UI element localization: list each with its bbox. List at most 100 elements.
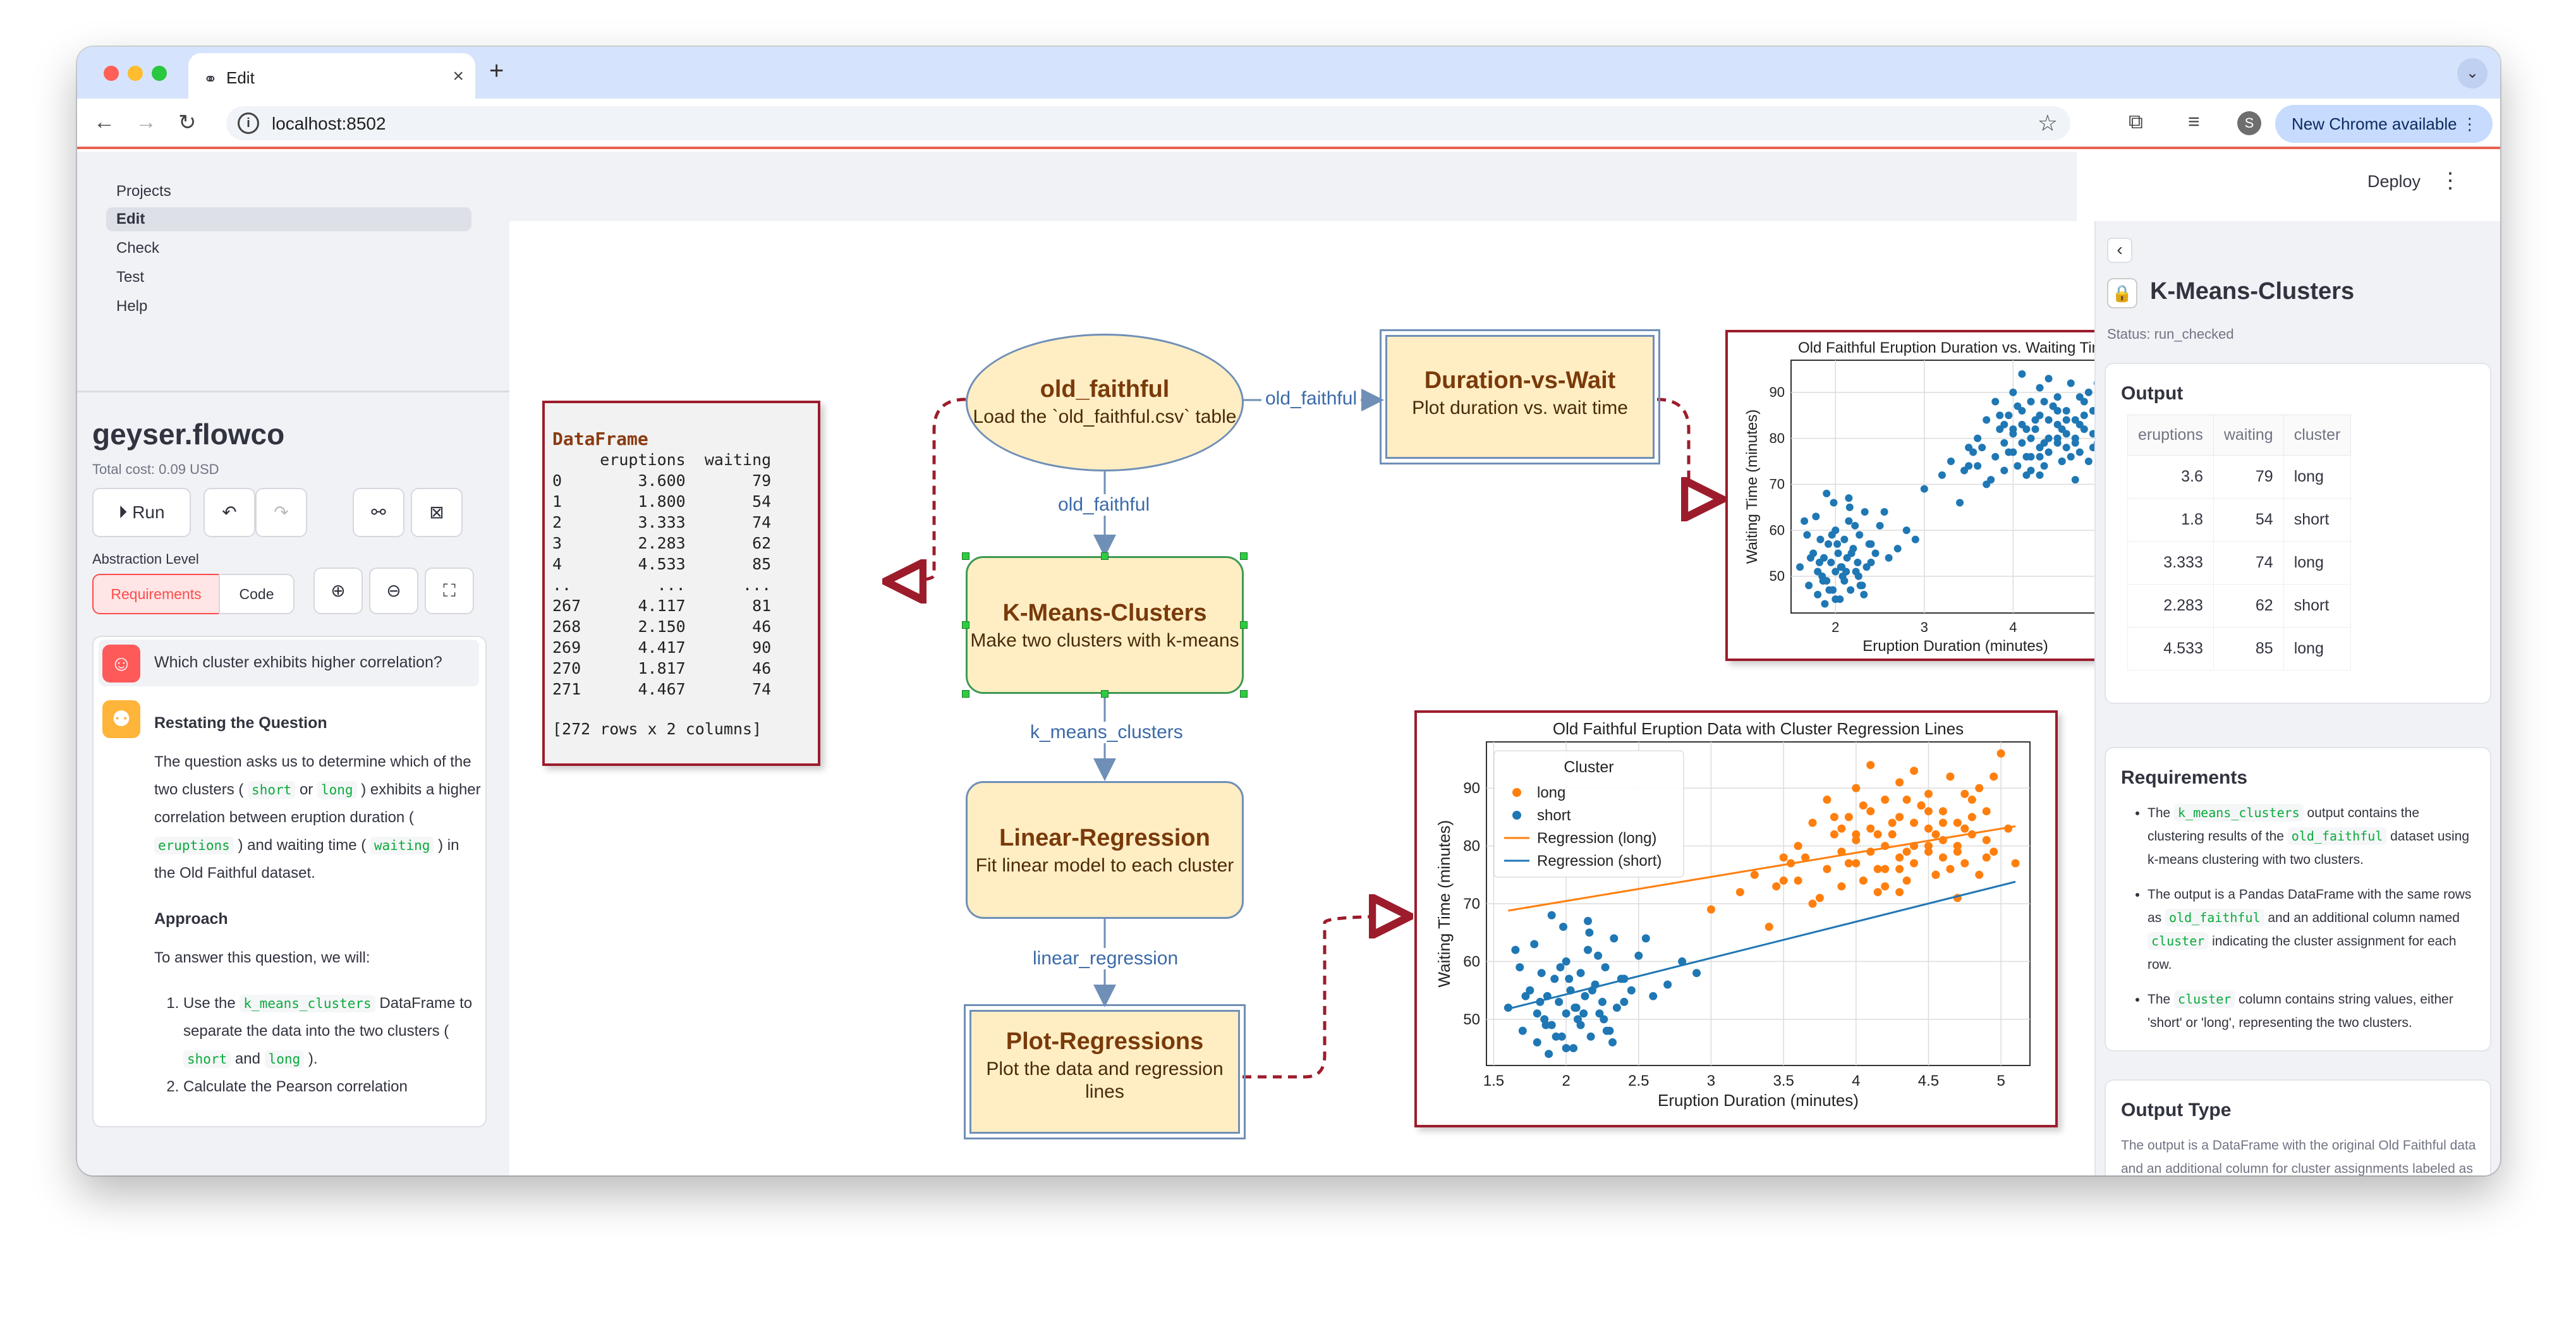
run-button[interactable]: ⏵ Run — [92, 488, 191, 537]
data-point — [1825, 540, 1833, 548]
new-chrome-available-button[interactable]: New Chrome available ⋮ — [2275, 105, 2493, 143]
data-point — [2040, 462, 2048, 470]
data-point-short — [1620, 997, 1629, 1006]
fullscreen-icon: ⛶ — [443, 581, 456, 600]
nav-edit[interactable]: Edit — [106, 207, 471, 231]
minimize-window-button[interactable] — [128, 66, 143, 81]
resize-handle[interactable] — [962, 690, 969, 698]
node-linear-regression[interactable]: Linear-Regression Fit linear model to ea… — [966, 781, 1244, 919]
deploy-button[interactable]: Deploy — [2367, 172, 2421, 191]
resize-handle[interactable] — [962, 552, 969, 560]
flow-canvas[interactable]: old_faithful old_faithful k_means_cluste… — [509, 221, 2142, 1175]
column-header-eruptions[interactable]: eruptions — [2127, 415, 2214, 456]
data-point-long — [1895, 853, 1904, 862]
data-point — [1983, 480, 1991, 489]
redo-button[interactable]: ↷ — [255, 488, 307, 537]
close-window-button[interactable] — [104, 66, 119, 81]
data-point-long — [1823, 795, 1832, 804]
resize-handle[interactable] — [1240, 552, 1248, 560]
data-point — [1991, 398, 2000, 406]
abstraction-code[interactable]: Code — [219, 574, 295, 614]
resize-handle[interactable] — [1101, 690, 1109, 698]
resize-handle[interactable] — [1240, 621, 1248, 629]
profile-avatar[interactable]: S — [2237, 111, 2261, 135]
resize-handle[interactable] — [1101, 552, 1109, 560]
collapse-panel-chevron-icon[interactable]: ‹ — [2107, 238, 2132, 263]
close-tab-icon[interactable]: × — [453, 66, 464, 87]
table-row[interactable]: 4.533 85 long — [2127, 627, 2352, 671]
table-cell: 4.533 — [2127, 627, 2214, 671]
data-point-short — [1571, 1004, 1579, 1012]
nav-test[interactable]: Test — [106, 265, 471, 289]
resize-handle[interactable] — [962, 621, 969, 629]
abstraction-requirements[interactable]: Requirements — [92, 574, 220, 614]
nav-help[interactable]: Help — [106, 294, 471, 319]
data-point — [1876, 521, 1884, 530]
data-point-long — [1902, 795, 1911, 804]
code-long: long — [264, 1050, 305, 1068]
main-menu-icon[interactable]: ⋮ — [2439, 168, 2461, 193]
data-point-long — [1996, 749, 2005, 758]
tab-search-chevron-icon[interactable]: ⌄ — [2457, 58, 2488, 88]
site-info-icon[interactable]: i — [238, 112, 259, 134]
data-point-long — [1960, 789, 1969, 798]
tab-bar: ⚭ Edit × + ⌄ — [77, 47, 2500, 99]
browser-tab[interactable]: ⚭ Edit × — [188, 53, 475, 99]
data-point-long — [1779, 876, 1788, 885]
data-point — [1861, 508, 1869, 516]
output-table[interactable]: eruptions waiting cluster 3.6 79 long 1.8 54 sh… — [2127, 415, 2352, 671]
media-controls-icon[interactable]: ≡ — [2188, 110, 2200, 133]
node-desc: Plot duration vs. wait time — [1412, 398, 1628, 418]
fit-view-button[interactable]: ⛶ — [425, 567, 474, 614]
extensions-icon[interactable]: ⧉ — [2129, 110, 2143, 134]
code-eruptions: eruptions — [154, 837, 234, 854]
reload-icon[interactable]: ↻ — [178, 110, 197, 135]
column-header-cluster[interactable]: cluster — [2283, 415, 2352, 456]
data-point-short — [1537, 969, 1546, 978]
node-old-faithful[interactable]: old_faithful Load the `old_faithful.csv`… — [966, 334, 1244, 471]
zoom-out-button[interactable]: ⊖ — [369, 567, 418, 614]
nav-check[interactable]: Check — [106, 236, 471, 260]
data-point — [2062, 444, 2070, 452]
node-k-means-clusters[interactable]: K-Means-Clusters Make two clusters with … — [966, 556, 1244, 694]
output-card: Output eruptions waiting cluster 3.6 79 long… — [2105, 363, 2491, 704]
table-row[interactable]: 2.283 62 short — [2127, 584, 2352, 628]
resize-handle[interactable] — [1240, 690, 1248, 698]
data-point-short — [1518, 1026, 1527, 1035]
data-point-long — [1946, 865, 1955, 873]
chat-panel[interactable]: ☺ Which cluster exhibits higher correlat… — [92, 636, 487, 1127]
lock-icon[interactable]: 🔒 — [2107, 278, 2137, 308]
graph-layout-button[interactable]: ⚯ — [353, 488, 404, 537]
undo-button[interactable]: ↶ — [204, 488, 255, 537]
node-duration-vs-wait[interactable]: Duration-vs-Wait Plot duration vs. wait … — [1380, 329, 1660, 464]
table-row[interactable]: 1.8 54 short — [2127, 498, 2352, 542]
data-point-short — [1562, 1009, 1571, 1018]
bookmark-star-icon[interactable]: ☆ — [2038, 110, 2058, 137]
column-header-waiting[interactable]: waiting — [2213, 415, 2284, 456]
nav-projects[interactable]: Projects — [106, 179, 471, 203]
data-point-long — [1808, 899, 1817, 908]
node-plot-regressions[interactable]: Plot-Regressions Plot the data and regre… — [964, 1004, 1246, 1139]
back-arrow-icon[interactable]: ← — [94, 110, 115, 135]
data-point — [1825, 586, 1833, 594]
maximize-window-button[interactable] — [152, 66, 167, 81]
table-row[interactable]: 3.6 79 long — [2127, 455, 2352, 499]
clear-button[interactable]: ⊠ — [411, 488, 463, 537]
data-point — [2031, 425, 2039, 434]
data-point-long — [1750, 870, 1759, 879]
data-point — [1893, 545, 1902, 553]
table-cell: 79 — [2213, 455, 2284, 499]
data-point-short — [1612, 1004, 1621, 1012]
x-tick-label: 3.5 — [1773, 1072, 1794, 1089]
browser-window: ⚭ Edit × + ⌄ ← → ↻ i localhost:8502 ☆ ⧉ … — [77, 47, 2500, 1175]
zoom-in-button[interactable]: ⊕ — [313, 567, 363, 614]
forward-arrow-icon[interactable]: → — [135, 110, 157, 135]
new-tab-icon[interactable]: + — [489, 57, 504, 85]
data-point-long — [2011, 859, 2020, 868]
data-point-long — [1873, 888, 1882, 897]
output-type-heading: Output Type — [2121, 1100, 2232, 1120]
data-point — [1803, 531, 1811, 539]
url-field[interactable]: i localhost:8502 ☆ — [226, 106, 2070, 140]
x-axis-label: Eruption Duration (minutes) — [1658, 1091, 1859, 1110]
table-row[interactable]: 3.333 74 long — [2127, 541, 2352, 585]
